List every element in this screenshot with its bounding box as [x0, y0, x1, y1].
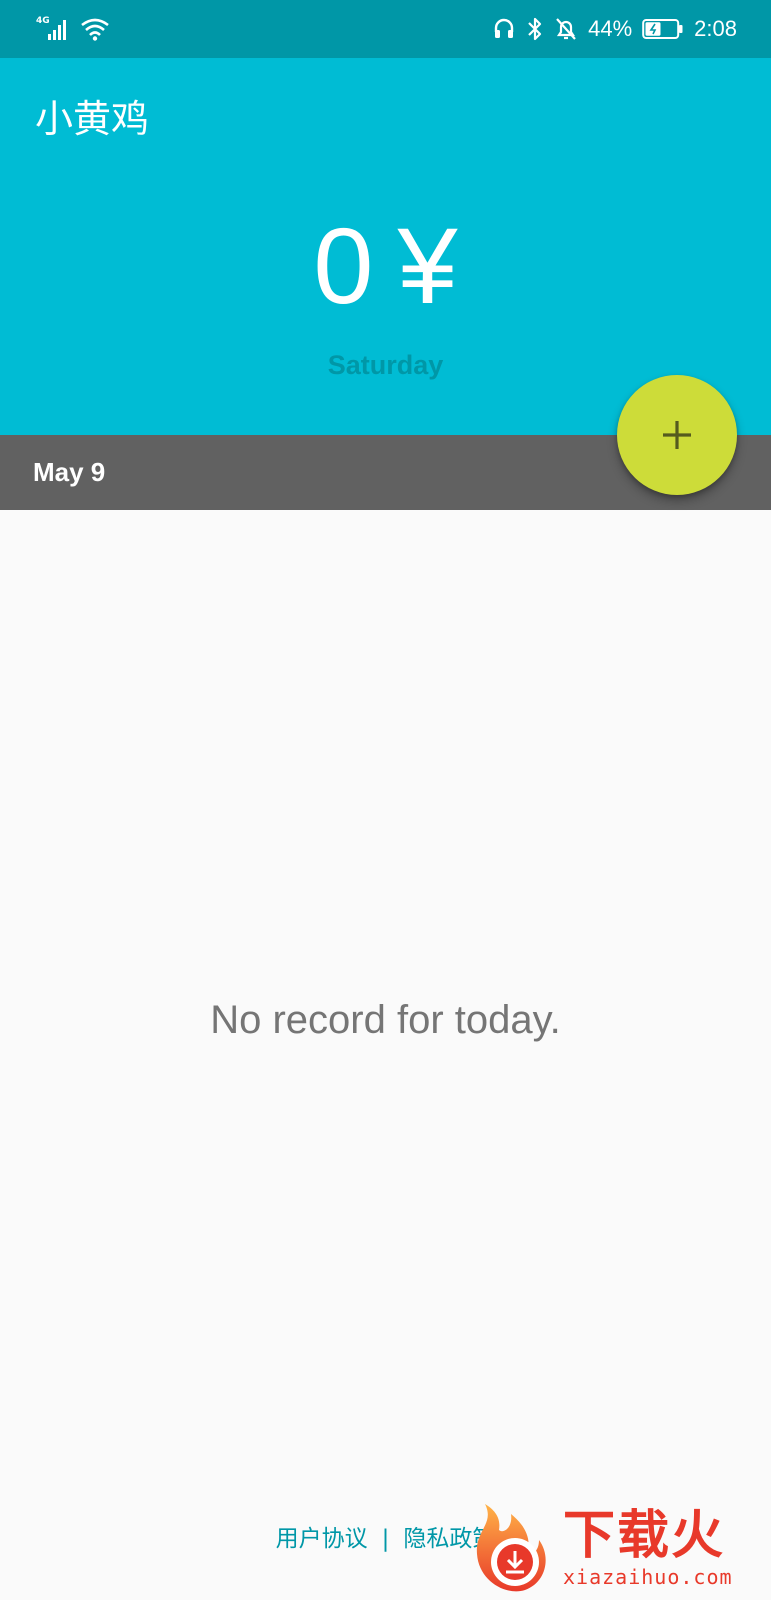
headset-icon: [494, 18, 514, 38]
status-bar-left: 4G: [36, 16, 110, 42]
daily-total: 0 ¥: [0, 206, 771, 326]
watermark-title: 下载火: [563, 1506, 726, 1566]
add-record-button[interactable]: [617, 375, 737, 495]
battery-percent: 44%: [588, 16, 633, 41]
watermark: 下载火 xiazaihuo.com: [455, 1496, 771, 1600]
app-title: 小黄鸡: [35, 97, 150, 141]
currency-symbol: ¥: [397, 205, 458, 326]
status-bar: 4G 44% 2:08: [0, 0, 771, 58]
user-agreement-link[interactable]: 用户协议: [276, 1524, 368, 1554]
battery-icon: [642, 19, 683, 39]
status-bar-right: 44% 2:08: [492, 16, 737, 42]
watermark-domain: xiazaihuo.com: [563, 1565, 733, 1589]
bluetooth-icon: [528, 17, 542, 41]
watermark-text: 下载火 xiazaihuo.com: [563, 1507, 733, 1589]
empty-state-message: No record for today.: [210, 998, 561, 1042]
amount-value: 0: [313, 205, 374, 326]
date-label: May 9: [33, 457, 106, 487]
clock: 2:08: [694, 16, 737, 41]
footer-separator: |: [381, 1526, 390, 1552]
cell-signal: 4G: [36, 16, 70, 42]
signal-icon: [48, 20, 66, 40]
wifi-icon: [81, 18, 109, 41]
weekday-label: Saturday: [327, 350, 444, 380]
flame-logo-icon: [476, 1504, 546, 1592]
plus-icon: [663, 421, 691, 449]
bell-off-icon: [556, 18, 576, 40]
